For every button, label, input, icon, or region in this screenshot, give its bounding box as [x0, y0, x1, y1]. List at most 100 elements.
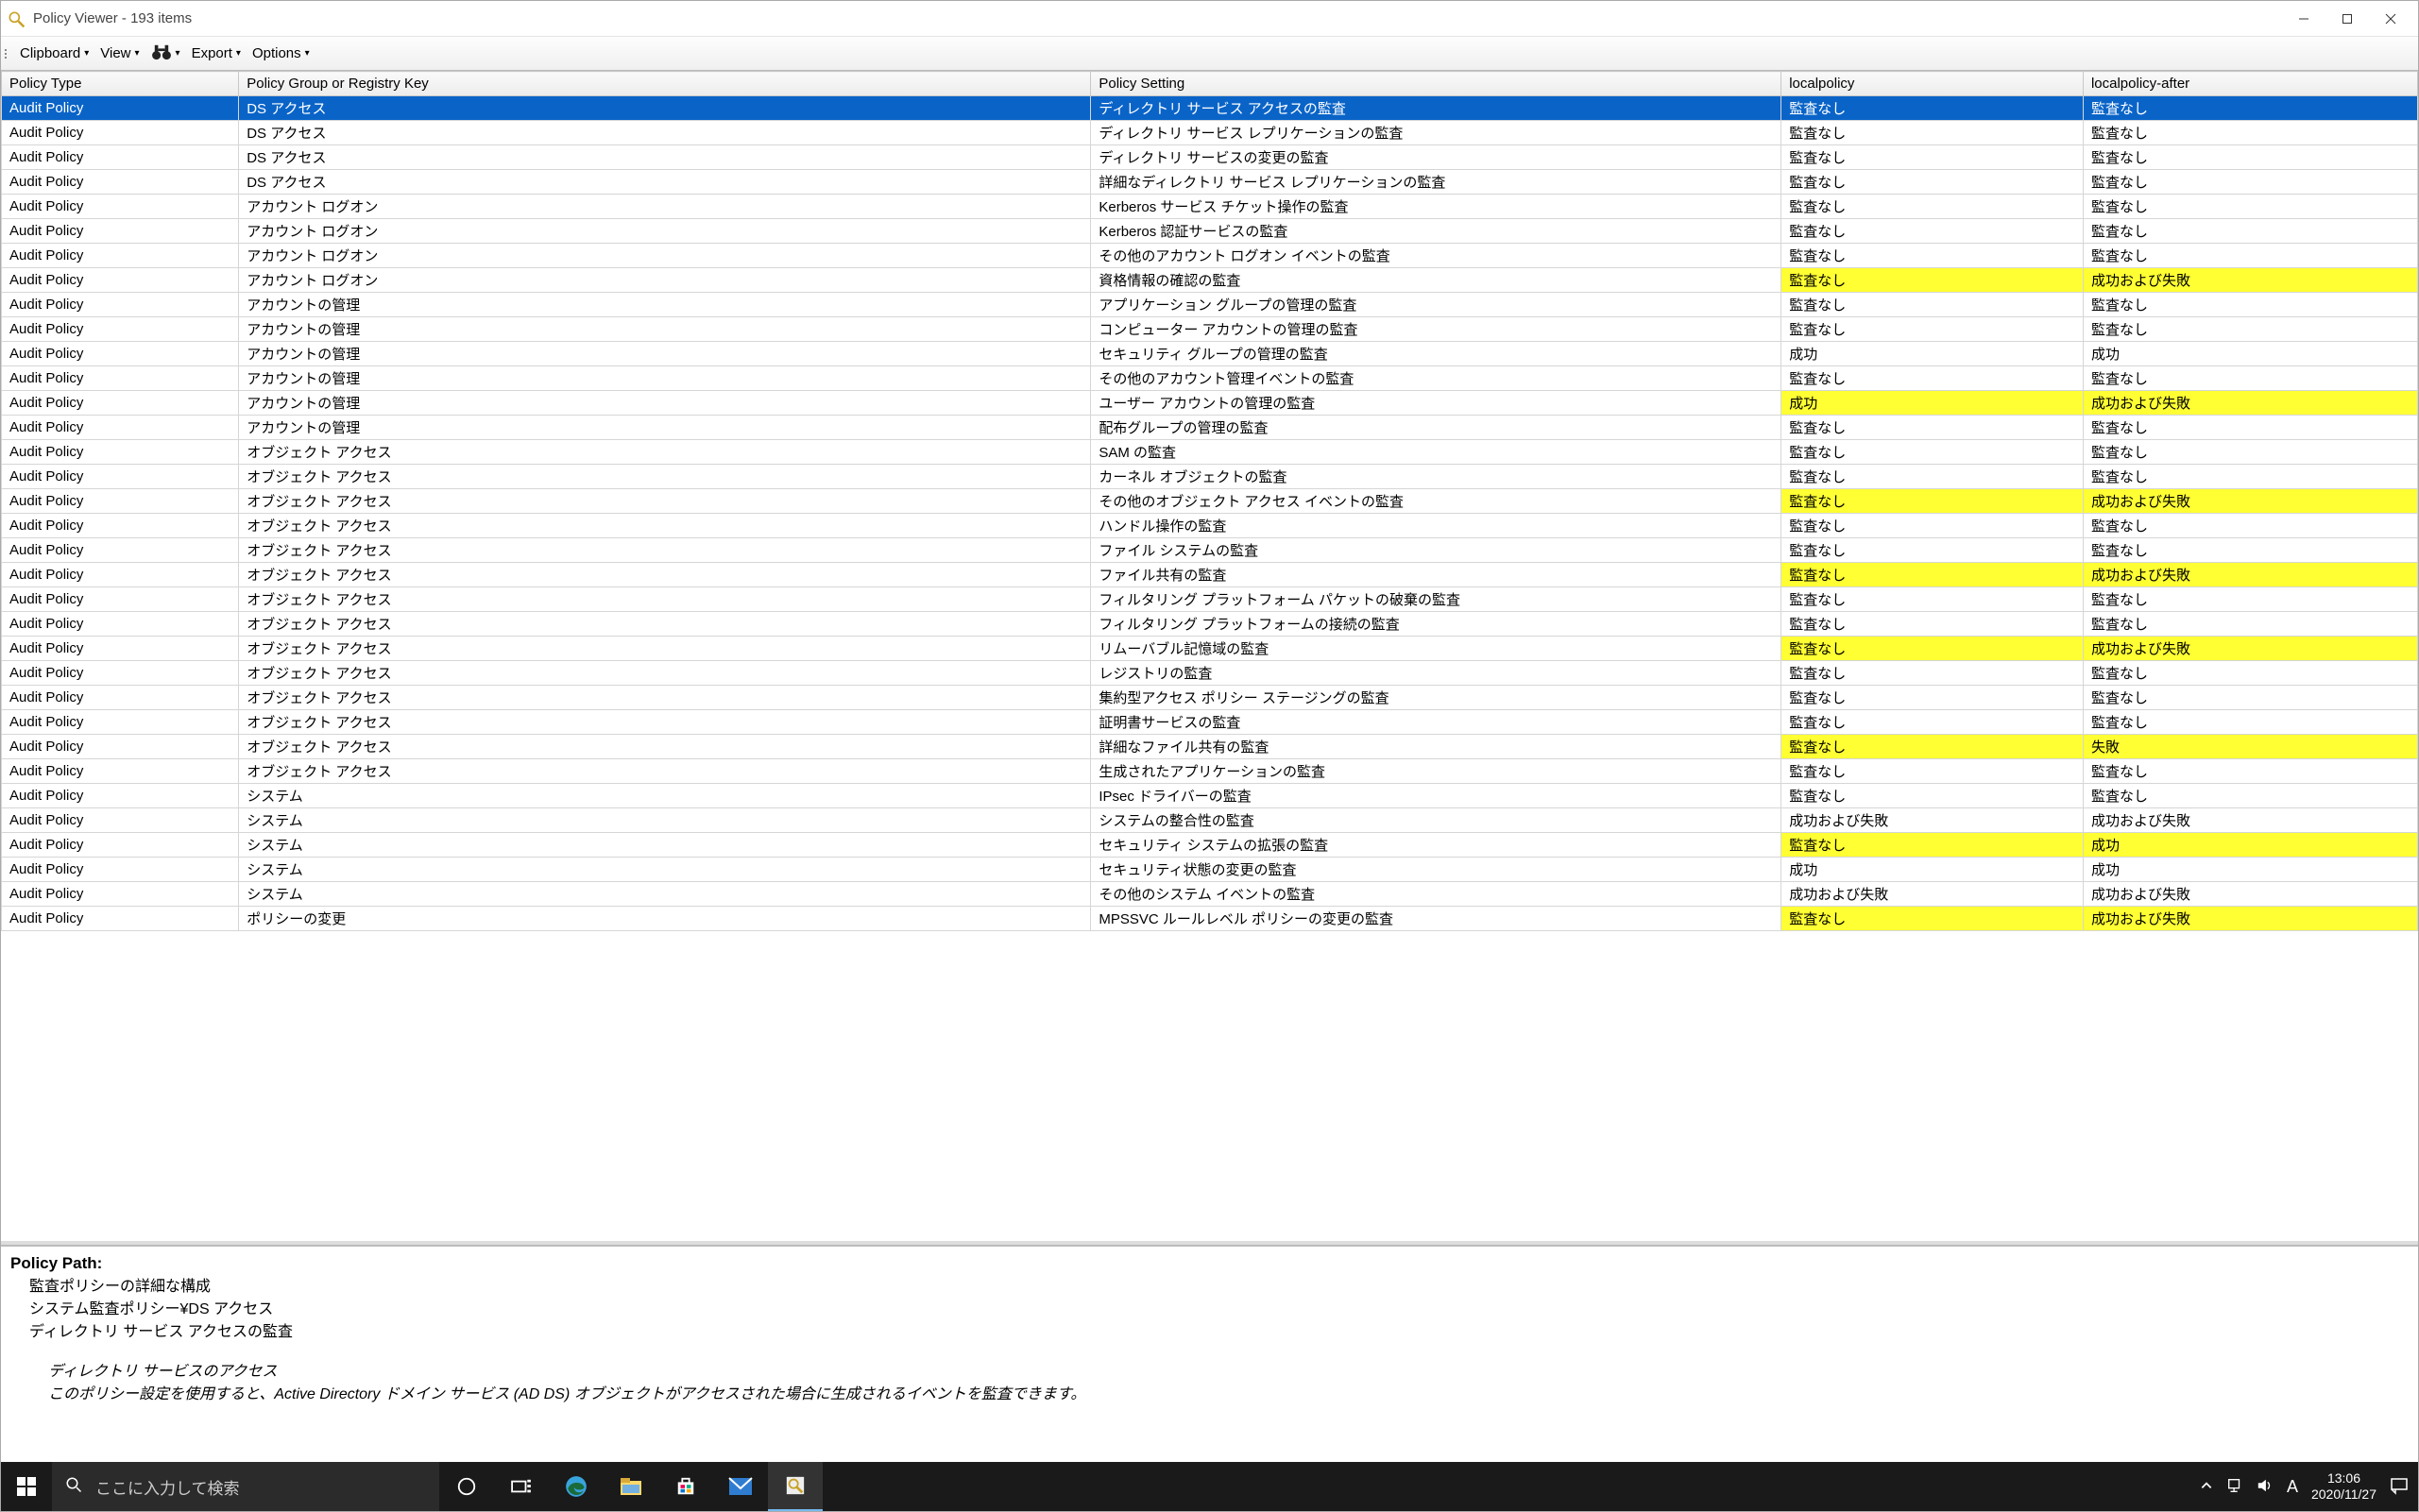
policy-description-line: ディレクトリ サービスのアクセス: [10, 1358, 2409, 1381]
table-cell: MPSSVC ルールレベル ポリシーの変更の監査: [1091, 907, 1781, 931]
table-cell: 監査なし: [1781, 465, 2084, 489]
table-row[interactable]: Audit Policyアカウントの管理ユーザー アカウントの管理の監査成功成功…: [2, 391, 2418, 416]
start-button[interactable]: [1, 1462, 52, 1511]
table-row[interactable]: Audit Policyアカウント ログオン資格情報の確認の監査監査なし成功およ…: [2, 268, 2418, 293]
tray-chevron-up-icon[interactable]: [2200, 1479, 2213, 1495]
options-menu[interactable]: Options ▾: [247, 43, 315, 63]
table-row[interactable]: Audit Policyオブジェクト アクセスファイル システムの監査監査なし監…: [2, 538, 2418, 563]
table-row[interactable]: Audit Policyオブジェクト アクセス生成されたアプリケーションの監査監…: [2, 759, 2418, 784]
explorer-app[interactable]: [604, 1462, 658, 1511]
cortana-button[interactable]: [439, 1462, 494, 1511]
column-header[interactable]: Policy Group or Registry Key: [239, 72, 1091, 96]
table-cell: 成功および失敗: [2083, 808, 2417, 833]
table-row[interactable]: Audit PolicyDS アクセスディレクトリ サービス アクセスの監査監査…: [2, 96, 2418, 121]
edge-app[interactable]: [549, 1462, 604, 1511]
table-cell: フィルタリング プラットフォーム パケットの破棄の監査: [1091, 587, 1781, 612]
store-app[interactable]: [658, 1462, 713, 1511]
table-cell: 監査なし: [2083, 416, 2417, 440]
column-header[interactable]: localpolicy: [1781, 72, 2084, 96]
table-cell: ディレクトリ サービス レプリケーションの監査: [1091, 121, 1781, 145]
table-row[interactable]: Audit Policyオブジェクト アクセスファイル共有の監査監査なし成功およ…: [2, 563, 2418, 587]
table-cell: Audit Policy: [2, 587, 239, 612]
table-cell: セキュリティ グループの管理の監査: [1091, 342, 1781, 366]
table-row[interactable]: Audit Policyアカウントの管理配布グループの管理の監査監査なし監査なし: [2, 416, 2418, 440]
table-cell: オブジェクト アクセス: [239, 686, 1091, 710]
table-row[interactable]: Audit Policyシステムその他のシステム イベントの監査成功および失敗成…: [2, 882, 2418, 907]
table-cell: Audit Policy: [2, 612, 239, 637]
table-row[interactable]: Audit Policyアカウント ログオンその他のアカウント ログオン イベン…: [2, 244, 2418, 268]
table-row[interactable]: Audit Policyオブジェクト アクセスリムーバブル記憶域の監査監査なし成…: [2, 637, 2418, 661]
policy-description-line: このポリシー設定を使用すると、Active Directory ドメイン サービ…: [10, 1381, 2409, 1403]
table-row[interactable]: Audit Policyオブジェクト アクセスSAM の監査監査なし監査なし: [2, 440, 2418, 465]
table-row[interactable]: Audit Policyオブジェクト アクセス集約型アクセス ポリシー ステージ…: [2, 686, 2418, 710]
table-row[interactable]: Audit Policyアカウントの管理アプリケーション グループの管理の監査監…: [2, 293, 2418, 317]
minimize-button[interactable]: [2282, 5, 2325, 33]
column-header[interactable]: Policy Type: [2, 72, 239, 96]
taskbar-search[interactable]: ここに入力して検索: [52, 1462, 439, 1511]
binoculars-icon: [151, 43, 172, 64]
table-row[interactable]: Audit Policyポリシーの変更MPSSVC ルールレベル ポリシーの変更…: [2, 907, 2418, 931]
table-row[interactable]: Audit Policyアカウント ログオンKerberos 認証サービスの監査…: [2, 219, 2418, 244]
clipboard-menu[interactable]: Clipboard ▾: [14, 43, 94, 63]
table-cell: ディレクトリ サービスの変更の監査: [1091, 145, 1781, 170]
table-row[interactable]: Audit Policyオブジェクト アクセスフィルタリング プラットフォームの…: [2, 612, 2418, 637]
table-cell: 監査なし: [1781, 759, 2084, 784]
table-cell: Audit Policy: [2, 293, 239, 317]
table-cell: 監査なし: [1781, 833, 2084, 858]
network-icon[interactable]: [2226, 1477, 2243, 1497]
system-tray[interactable]: A 13:06 2020/11/27: [2190, 1462, 2418, 1511]
policy-table: Policy TypePolicy Group or Registry KeyP…: [1, 71, 2418, 931]
taskbar: ここに入力して検索: [1, 1462, 2418, 1511]
search-placeholder: ここに入力して検索: [95, 1475, 240, 1499]
table-cell: 監査なし: [1781, 96, 2084, 121]
table-cell: 成功: [1781, 858, 2084, 882]
ime-indicator[interactable]: A: [2287, 1477, 2298, 1497]
policy-viewer-app[interactable]: [768, 1462, 823, 1511]
table-row[interactable]: Audit PolicyDS アクセス詳細なディレクトリ サービス レプリケーシ…: [2, 170, 2418, 195]
export-menu[interactable]: Export ▾: [186, 43, 247, 63]
table-cell: Audit Policy: [2, 121, 239, 145]
table-cell: アカウントの管理: [239, 416, 1091, 440]
column-header[interactable]: localpolicy-after: [2083, 72, 2417, 96]
table-row[interactable]: Audit Policyオブジェクト アクセス詳細なファイル共有の監査監査なし失…: [2, 735, 2418, 759]
table-row[interactable]: Audit Policyアカウントの管理セキュリティ グループの管理の監査成功成…: [2, 342, 2418, 366]
table-cell: オブジェクト アクセス: [239, 538, 1091, 563]
table-cell: DS アクセス: [239, 96, 1091, 121]
task-view-button[interactable]: [494, 1462, 549, 1511]
table-row[interactable]: Audit PolicyDS アクセスディレクトリ サービスの変更の監査監査なし…: [2, 145, 2418, 170]
table-row[interactable]: Audit Policyシステムセキュリティ システムの拡張の監査監査なし成功: [2, 833, 2418, 858]
table-cell: アカウントの管理: [239, 293, 1091, 317]
policy-path-label: Policy Path:: [10, 1254, 2409, 1273]
column-header[interactable]: Policy Setting: [1091, 72, 1781, 96]
table-row[interactable]: Audit Policyアカウントの管理その他のアカウント管理イベントの監査監査…: [2, 366, 2418, 391]
table-cell: ハンドル操作の監査: [1091, 514, 1781, 538]
table-row[interactable]: Audit Policyシステムセキュリティ状態の変更の監査成功成功: [2, 858, 2418, 882]
table-cell: アカウントの管理: [239, 391, 1091, 416]
find-button[interactable]: ▾: [145, 42, 186, 66]
table-row[interactable]: Audit Policyアカウントの管理コンピューター アカウントの管理の監査監…: [2, 317, 2418, 342]
table-cell: 成功: [2083, 342, 2417, 366]
table-cell: 監査なし: [1781, 784, 2084, 808]
maximize-button[interactable]: [2325, 5, 2369, 33]
table-row[interactable]: Audit Policyシステムシステムの整合性の監査成功および失敗成功および失…: [2, 808, 2418, 833]
toolbar-grip[interactable]: [5, 49, 10, 59]
table-row[interactable]: Audit Policyオブジェクト アクセスレジストリの監査監査なし監査なし: [2, 661, 2418, 686]
table-row[interactable]: Audit Policyアカウント ログオンKerberos サービス チケット…: [2, 195, 2418, 219]
table-row[interactable]: Audit PolicyシステムIPsec ドライバーの監査監査なし監査なし: [2, 784, 2418, 808]
mail-app[interactable]: [713, 1462, 768, 1511]
table-row[interactable]: Audit Policyオブジェクト アクセスカーネル オブジェクトの監査監査な…: [2, 465, 2418, 489]
close-button[interactable]: [2369, 5, 2412, 33]
taskbar-clock[interactable]: 13:06 2020/11/27: [2311, 1470, 2376, 1503]
table-cell: アカウント ログオン: [239, 219, 1091, 244]
table-cell: Audit Policy: [2, 686, 239, 710]
table-row[interactable]: Audit Policyオブジェクト アクセスハンドル操作の監査監査なし監査なし: [2, 514, 2418, 538]
table-row[interactable]: Audit Policyオブジェクト アクセスその他のオブジェクト アクセス イ…: [2, 489, 2418, 514]
table-row[interactable]: Audit Policyオブジェクト アクセス証明書サービスの監査監査なし監査な…: [2, 710, 2418, 735]
action-center-icon[interactable]: [2390, 1476, 2409, 1498]
table-cell: 監査なし: [1781, 416, 2084, 440]
view-menu[interactable]: View ▾: [94, 43, 145, 63]
table-row[interactable]: Audit Policyオブジェクト アクセスフィルタリング プラットフォーム …: [2, 587, 2418, 612]
volume-icon[interactable]: [2257, 1477, 2274, 1497]
grid-scroll-area[interactable]: Policy TypePolicy Group or Registry KeyP…: [1, 71, 2418, 1241]
table-row[interactable]: Audit PolicyDS アクセスディレクトリ サービス レプリケーションの…: [2, 121, 2418, 145]
